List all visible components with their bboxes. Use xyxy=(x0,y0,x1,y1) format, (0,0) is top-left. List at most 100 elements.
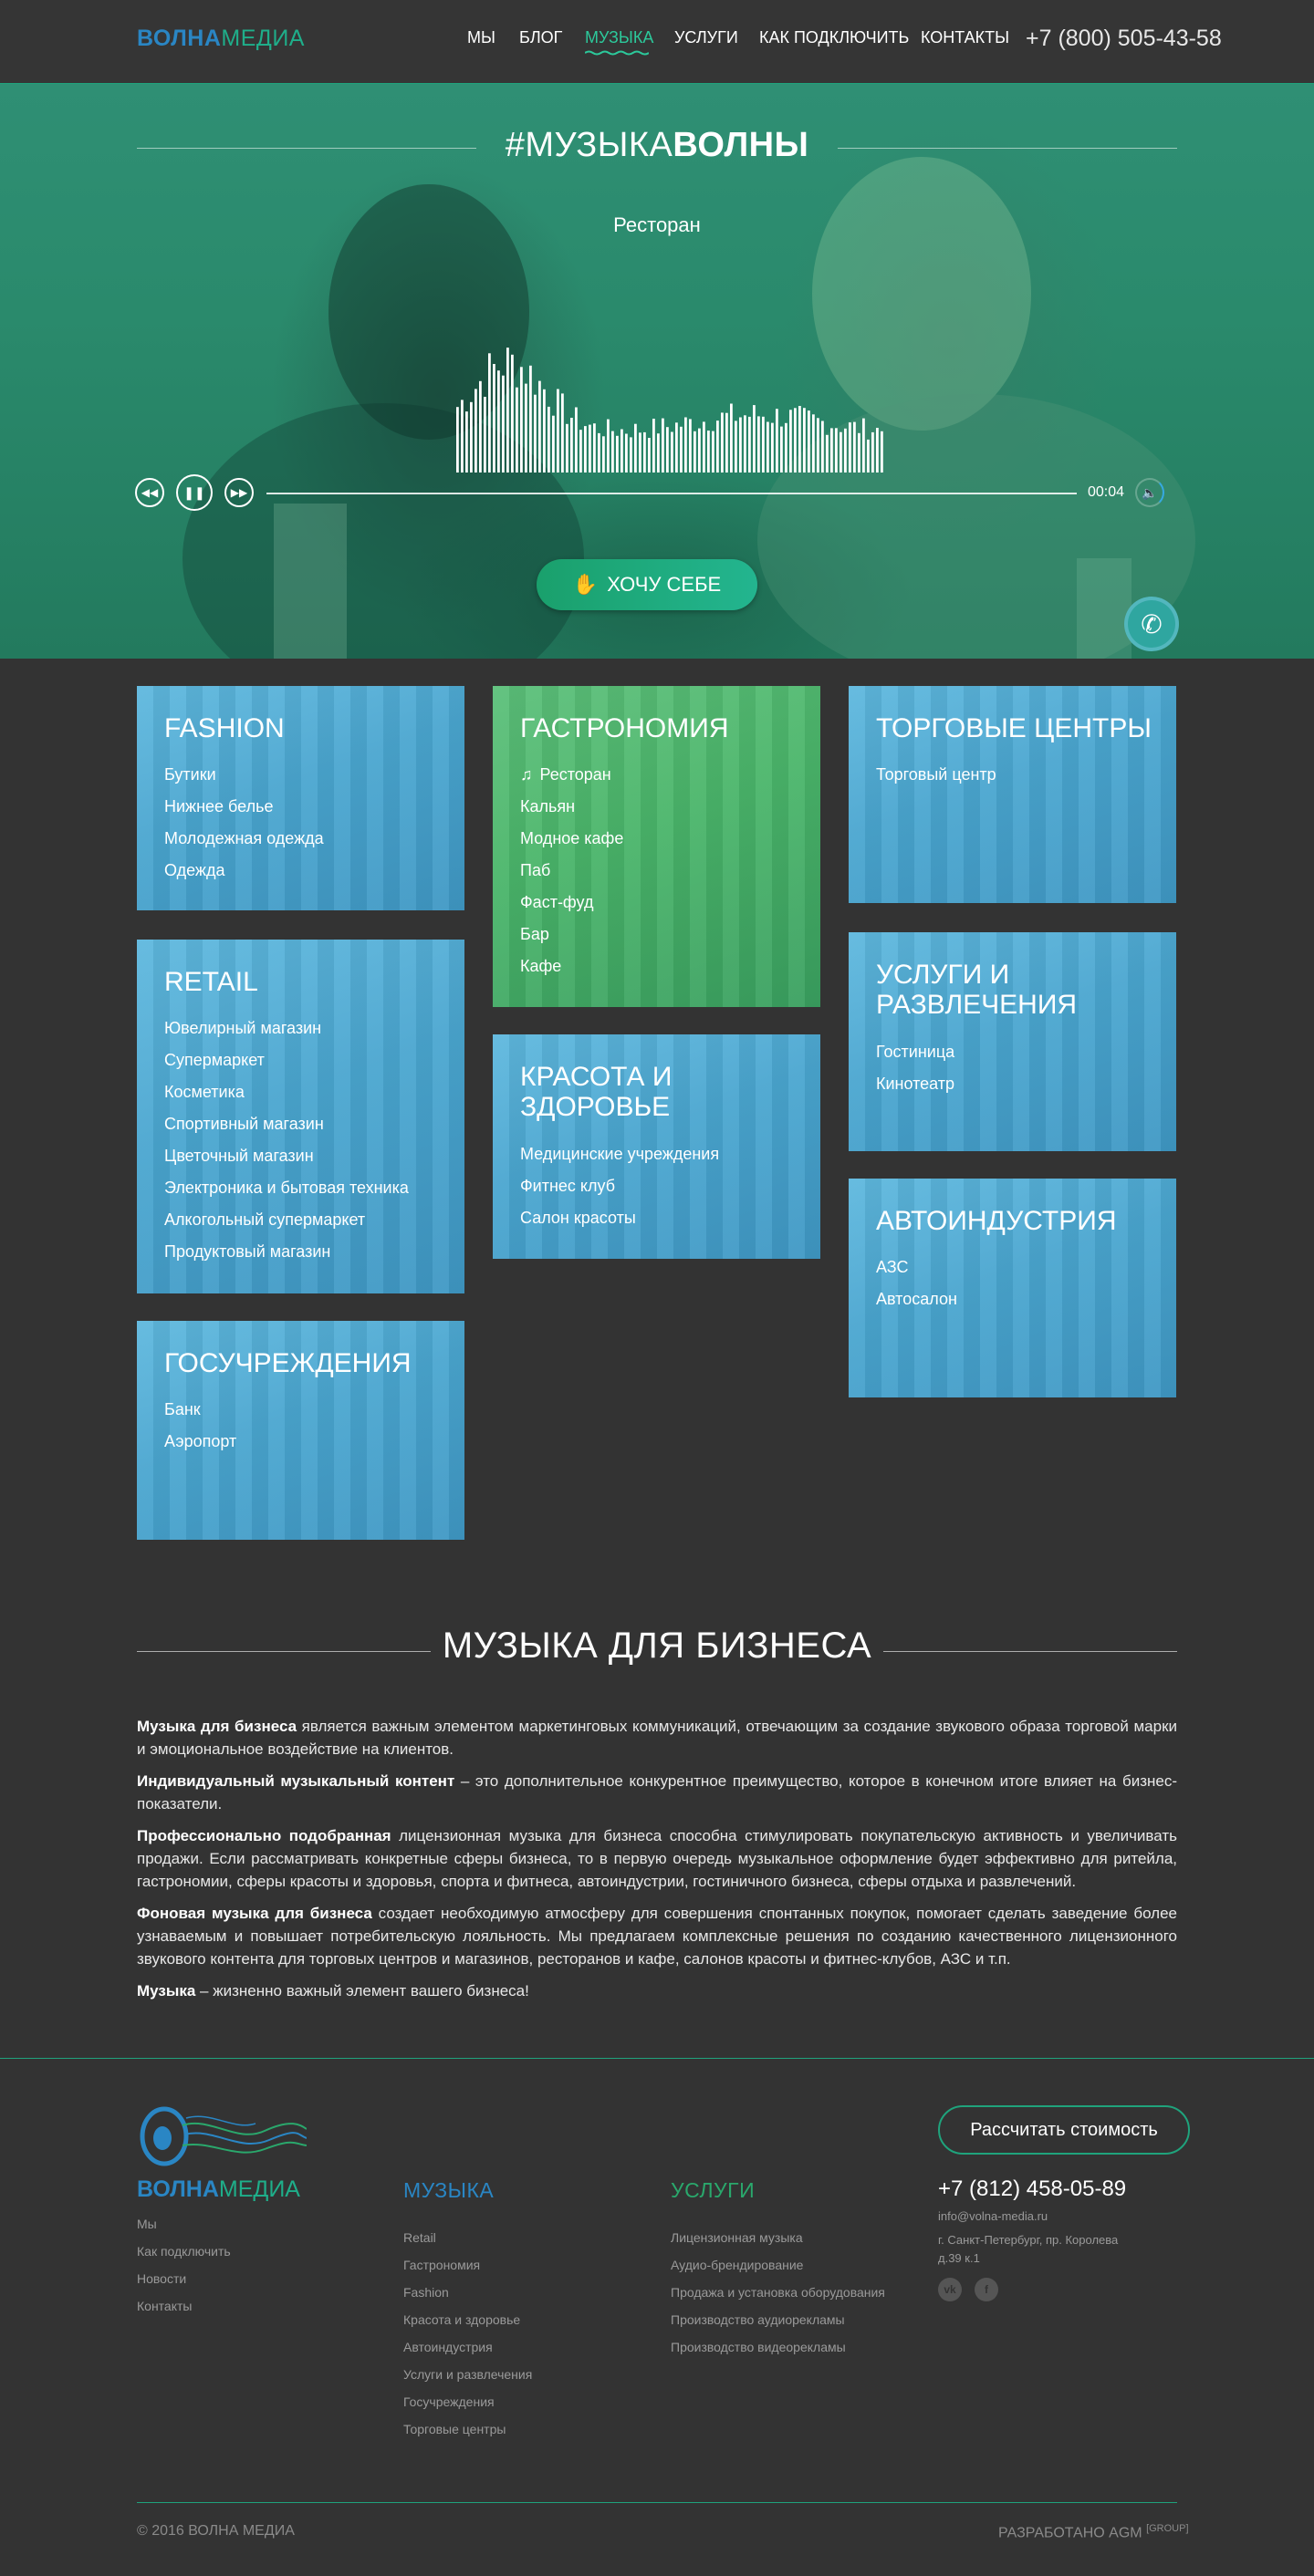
paragraph: Фоновая музыка для бизнеса создает необх… xyxy=(137,1905,1177,1968)
card-item[interactable]: Гостиница xyxy=(876,1036,954,1068)
card-item[interactable]: Нижнее белье xyxy=(164,791,324,823)
progress-bar[interactable] xyxy=(266,493,1077,494)
card-item[interactable]: Супермаркет xyxy=(164,1044,409,1076)
waveform-bar xyxy=(548,406,550,473)
footer-link[interactable]: Retail xyxy=(403,2230,436,2245)
waveform-bar xyxy=(662,418,664,473)
nav-item-we[interactable]: МЫ xyxy=(467,28,495,47)
footer-link[interactable]: Лицензионная музыка xyxy=(671,2230,803,2245)
footer-link[interactable]: Контакты xyxy=(137,2299,192,2313)
waveform-bar xyxy=(529,365,532,473)
waveform-bar xyxy=(538,380,541,473)
footer-link[interactable]: Автоиндустрия xyxy=(403,2340,493,2354)
phone-icon[interactable]: ✆ xyxy=(1124,597,1179,651)
card-item[interactable]: Салон красоты xyxy=(520,1202,719,1234)
want-it-button[interactable]: ✋ ХОЧУ СЕБЕ xyxy=(537,559,757,610)
pause-icon[interactable]: ❚❚ xyxy=(176,474,213,511)
vk-icon[interactable]: vk xyxy=(938,2278,962,2301)
card-item[interactable]: АЗС xyxy=(876,1252,957,1283)
card-item[interactable]: Продуктовый магазин xyxy=(164,1236,409,1268)
card-item[interactable]: Кафе xyxy=(520,950,623,982)
waveform-bar xyxy=(488,353,491,473)
category-card-malls[interactable]: ТОРГОВЫЕ ЦЕНТРЫ Торговый центр xyxy=(849,686,1176,903)
category-card-government[interactable]: ГОСУЧРЕЖДЕНИЯ Банк Аэропорт xyxy=(137,1321,464,1540)
category-card-beauty-health[interactable]: КРАСОТА И ЗДОРОВЬЕ Медицинские учреждения… xyxy=(493,1034,820,1259)
card-item[interactable]: Торговый центр xyxy=(876,759,996,791)
fast-forward-icon[interactable]: ▶▶ xyxy=(224,478,254,507)
card-item[interactable]: Аэропорт xyxy=(164,1426,236,1458)
logo-bold: ВОЛНА xyxy=(137,26,222,51)
card-title-line: КРАСОТА И xyxy=(520,1062,673,1092)
footer-link[interactable]: Гастрономия xyxy=(403,2258,480,2272)
card-item[interactable]: Спортивный магазин xyxy=(164,1108,409,1140)
rewind-icon[interactable]: ◀◀ xyxy=(135,478,164,507)
waveform-bar xyxy=(789,410,792,473)
nav-item-services[interactable]: УСЛУГИ xyxy=(674,28,738,47)
card-item[interactable]: Алкогольный супермаркет xyxy=(164,1204,409,1236)
logo[interactable]: ВОЛНАМЕДИА xyxy=(137,26,305,52)
footer-link[interactable]: Услуги и развлечения xyxy=(403,2367,532,2382)
footer-link[interactable]: Производство видеорекламы xyxy=(671,2340,846,2354)
facebook-icon[interactable]: f xyxy=(975,2278,998,2301)
card-item[interactable]: Цветочный магазин xyxy=(164,1140,409,1172)
footer-link[interactable]: Fashion xyxy=(403,2285,449,2300)
category-card-automotive[interactable]: АВТОИНДУСТРИЯ АЗС Автосалон xyxy=(849,1179,1176,1397)
footer-email[interactable]: info@volna-media.ru xyxy=(938,2207,1048,2226)
hero-title-light: #МУЗЫКА xyxy=(505,126,673,164)
nav-item-contacts[interactable]: КОНТАКТЫ xyxy=(921,28,1009,47)
waveform-bar xyxy=(881,431,883,473)
calculate-cost-button[interactable]: Рассчитать стоимость xyxy=(938,2105,1190,2155)
footer-link[interactable]: Торговые центры xyxy=(403,2422,506,2436)
waveform-bar xyxy=(844,428,847,473)
footer-link[interactable]: Новости xyxy=(137,2271,186,2286)
card-item[interactable]: Молодежная одежда xyxy=(164,823,324,855)
card-item[interactable]: Бутики xyxy=(164,759,324,791)
paragraph: Музыка для бизнеса является важным элеме… xyxy=(137,1718,1178,1758)
footer-link[interactable]: Мы xyxy=(137,2217,157,2231)
card-title: ТОРГОВЫЕ ЦЕНТРЫ xyxy=(876,713,1152,743)
footer-link[interactable]: Аудио-брендирование xyxy=(671,2258,803,2272)
footer-phone[interactable]: +7 (812) 458-05-89 xyxy=(938,2176,1126,2202)
card-list: Ювелирный магазин Супермаркет Косметика … xyxy=(164,1013,409,1268)
card-item[interactable]: Бар xyxy=(520,919,623,950)
card-item[interactable]: Банк xyxy=(164,1394,236,1426)
waveform-bar xyxy=(840,431,842,473)
volume-icon[interactable]: 🔈 xyxy=(1135,478,1164,507)
footer-link[interactable]: Производство аудиорекламы xyxy=(671,2312,845,2327)
paragraph: Индивидуальный музыкальный контент – это… xyxy=(137,1772,1177,1813)
paragraph: Профессионально подобранная лицензионная… xyxy=(137,1827,1177,1890)
card-item[interactable]: Фитнес клуб xyxy=(520,1170,719,1202)
category-card-fashion[interactable]: FASHION Бутики Нижнее белье Молодежная о… xyxy=(137,686,464,910)
card-item[interactable]: Кинотеатр xyxy=(876,1068,954,1100)
header-phone[interactable]: +7 (800) 505-43-58 xyxy=(1026,26,1222,52)
footer-link[interactable]: Госучреждения xyxy=(403,2394,495,2409)
waveform-bar xyxy=(598,432,600,473)
card-item[interactable]: Одежда xyxy=(164,855,324,887)
card-item[interactable]: Электроника и бытовая техника xyxy=(164,1172,409,1204)
waveform-bar xyxy=(497,370,500,473)
card-item[interactable]: Кальян xyxy=(520,791,623,823)
card-item[interactable]: Медицинские учреждения xyxy=(520,1138,719,1170)
card-item[interactable]: Косметика xyxy=(164,1076,409,1108)
card-item[interactable]: Фаст-фуд xyxy=(520,887,623,919)
nav-item-blog[interactable]: БЛОГ xyxy=(519,28,562,47)
category-card-services-entertainment[interactable]: УСЛУГИ И РАЗВЛЕЧЕНИЯ Гостиница Кинотеатр xyxy=(849,932,1176,1151)
category-card-retail[interactable]: RETAIL Ювелирный магазин Супермаркет Кос… xyxy=(137,940,464,1293)
waveform-bar xyxy=(671,431,673,473)
footer-logo[interactable]: ВОЛНАМЕДИА xyxy=(137,2176,300,2203)
footer-link[interactable]: Как подключить xyxy=(137,2244,231,2259)
footer-link[interactable]: Продажа и установка оборудования xyxy=(671,2285,885,2300)
card-item-current[interactable]: Ресторан xyxy=(520,759,623,791)
card-item[interactable]: Модное кафе xyxy=(520,823,623,855)
developer-credit[interactable]: РАЗРАБОТАНО AGM [GROUP] xyxy=(998,2523,1189,2541)
nav-item-how-to-connect[interactable]: КАК ПОДКЛЮЧИТЬ xyxy=(759,28,909,47)
footer-link[interactable]: Красота и здоровье xyxy=(403,2312,520,2327)
rock-hand-icon: ✋ xyxy=(572,573,599,596)
category-card-gastronomy[interactable]: ГАСТРОНОМИЯ Ресторан Кальян Модное кафе … xyxy=(493,686,820,1007)
card-item[interactable]: Паб xyxy=(520,855,623,887)
waveform-bar xyxy=(703,421,705,473)
card-item[interactable]: Ювелирный магазин xyxy=(164,1013,409,1044)
nav-item-music[interactable]: МУЗЫКА xyxy=(585,28,653,47)
card-item[interactable]: Автосалон xyxy=(876,1283,957,1315)
waveform-bar xyxy=(602,436,605,473)
